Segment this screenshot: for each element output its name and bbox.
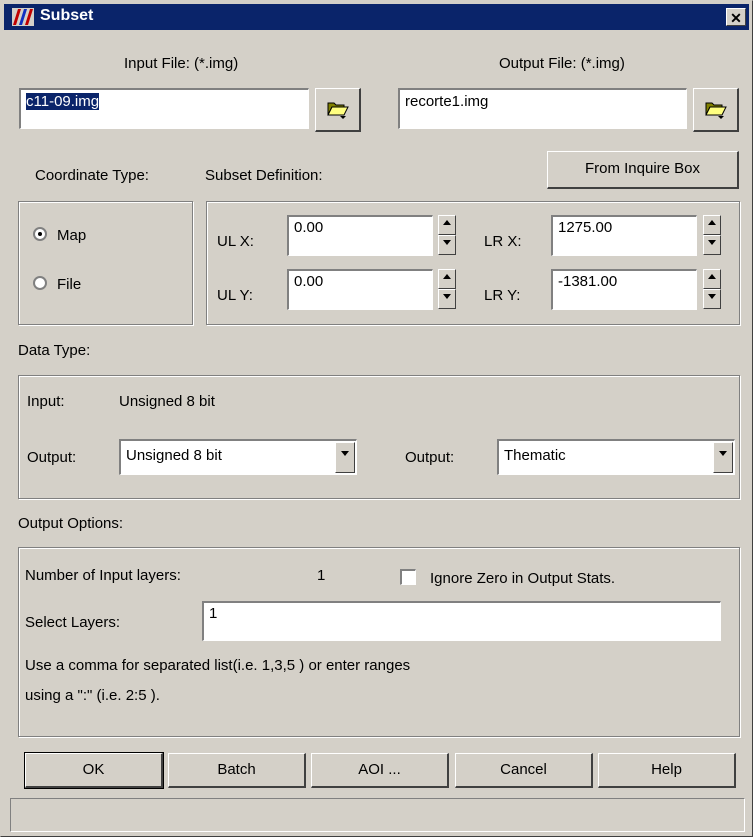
from-inquire-box-button[interactable]: From Inquire Box	[547, 151, 739, 189]
ignore-zero-label[interactable]: Ignore Zero in Output Stats.	[430, 570, 615, 587]
spin-down-icon[interactable]	[703, 235, 721, 255]
folder-open-icon	[704, 102, 727, 119]
spin-up-icon[interactable]	[703, 215, 721, 235]
input-file-browse-button[interactable]	[315, 88, 361, 132]
status-bar	[10, 798, 745, 832]
input-file-field[interactable]: c11-09.img	[19, 88, 309, 129]
spin-down-icon[interactable]	[703, 289, 721, 309]
output-type-value: Unsigned 8 bit	[126, 447, 222, 464]
file-radio[interactable]	[33, 276, 47, 290]
output-layer-type-value: Thematic	[504, 447, 566, 464]
uly-label: UL Y:	[217, 287, 253, 304]
num-input-layers-label: Number of Input layers:	[25, 567, 181, 584]
output-file-label: Output File: (*.img)	[499, 55, 625, 72]
window-title: Subset	[40, 7, 94, 24]
output-type-select[interactable]: Unsigned 8 bit	[119, 439, 357, 475]
map-radio[interactable]	[33, 227, 47, 241]
output-layer-type-label: Output:	[405, 449, 455, 466]
select-layers-help-line-1: Use a comma for separated list(i.e. 1,3,…	[25, 657, 411, 674]
lrx-spinner[interactable]	[703, 215, 721, 255]
uly-spinner[interactable]	[438, 269, 456, 309]
help-button[interactable]: Help	[598, 753, 736, 788]
output-layer-type-select[interactable]: Thematic	[497, 439, 735, 475]
lry-spinner[interactable]	[703, 269, 721, 309]
file-radio-label[interactable]: File	[57, 276, 81, 293]
folder-open-icon	[326, 102, 349, 119]
subset-definition-label: Subset Definition:	[205, 167, 323, 184]
cancel-button[interactable]: Cancel	[455, 753, 593, 788]
output-file-field[interactable]: recorte1.img	[398, 88, 687, 129]
lry-field[interactable]: -1381.00	[551, 269, 697, 310]
output-file-value: recorte1.img	[405, 93, 489, 110]
close-icon: ✕	[730, 10, 742, 26]
app-icon	[12, 8, 34, 26]
ulx-label: UL X:	[217, 233, 254, 250]
spin-up-icon[interactable]	[703, 269, 721, 289]
uly-field[interactable]: 0.00	[287, 269, 433, 310]
data-type-label: Data Type:	[18, 342, 91, 359]
spin-down-icon[interactable]	[438, 235, 456, 255]
close-button[interactable]: ✕	[726, 8, 746, 26]
coordinate-type-label: Coordinate Type:	[35, 167, 149, 184]
input-file-label: Input File: (*.img)	[124, 55, 239, 72]
subset-dialog: Subset ✕ Input File: (*.img) Output File…	[0, 0, 753, 837]
ignore-zero-checkbox[interactable]	[400, 569, 416, 585]
select-layers-help-line-2: using a ":" (i.e. 2:5 ).	[25, 687, 160, 704]
spin-up-icon[interactable]	[438, 269, 456, 289]
chevron-down-icon[interactable]	[713, 442, 733, 473]
select-layers-field[interactable]: 1	[202, 601, 721, 641]
input-type-value: Unsigned 8 bit	[119, 393, 215, 410]
spin-up-icon[interactable]	[438, 215, 456, 235]
ulx-spinner[interactable]	[438, 215, 456, 255]
input-file-value: c11-09.img	[26, 93, 100, 110]
ulx-field[interactable]: 0.00	[287, 215, 433, 256]
title-bar[interactable]: Subset ✕	[4, 4, 749, 30]
spin-down-icon[interactable]	[438, 289, 456, 309]
input-type-label: Input:	[27, 393, 65, 410]
lrx-label: LR X:	[484, 233, 522, 250]
aoi-button[interactable]: AOI ...	[311, 753, 449, 788]
coordinate-type-group	[18, 201, 193, 325]
chevron-down-icon[interactable]	[335, 442, 355, 473]
num-input-layers-value: 1	[317, 567, 326, 584]
output-type-label: Output:	[27, 449, 77, 466]
lrx-field[interactable]: 1275.00	[551, 215, 697, 256]
ok-button[interactable]: OK	[24, 752, 164, 789]
batch-button[interactable]: Batch	[168, 753, 306, 788]
output-file-browse-button[interactable]	[693, 88, 739, 132]
output-options-label: Output Options:	[18, 515, 124, 532]
select-layers-label: Select Layers:	[25, 614, 121, 631]
lry-label: LR Y:	[484, 287, 521, 304]
map-radio-label[interactable]: Map	[57, 227, 86, 244]
